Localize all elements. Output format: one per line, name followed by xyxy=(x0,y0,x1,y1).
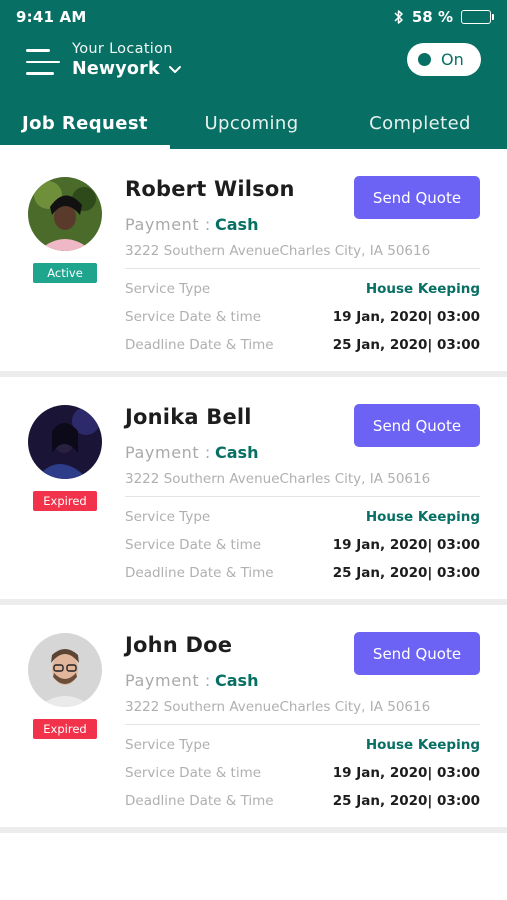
status-badge: Active xyxy=(33,263,97,283)
app-header: 9:41 AM 58 % Your Location Newyork On Jo… xyxy=(0,0,507,149)
address: 3222 Southern AvenueCharles City, IA 506… xyxy=(125,243,431,259)
deadline-value: 25 Jan, 2020| 03:00 xyxy=(332,337,480,353)
payment-label: Payment : xyxy=(125,215,211,234)
bluetooth-icon xyxy=(394,9,404,25)
payment-row: Payment : Cash xyxy=(125,215,258,234)
divider xyxy=(125,496,480,497)
deadline-row: Deadline Date & Time 25 Jan, 2020| 03:00 xyxy=(125,335,480,355)
status-time: 9:41 AM xyxy=(16,8,87,26)
service-type-row: Service Type House Keeping xyxy=(125,507,480,527)
send-quote-button[interactable]: Send Quote xyxy=(354,176,480,219)
job-card: Expired Jonika Bell Send Quote Payment :… xyxy=(0,377,507,599)
customer-name: John Doe xyxy=(125,633,233,657)
divider xyxy=(125,268,480,269)
service-date-row: Service Date & time 19 Jan, 2020| 03:00 xyxy=(125,535,480,555)
location-selector[interactable]: Your Location Newyork xyxy=(72,41,182,79)
payment-row: Payment : Cash xyxy=(125,671,258,690)
divider xyxy=(125,724,480,725)
hamburger-menu-icon[interactable] xyxy=(26,49,60,75)
status-badge: Expired xyxy=(33,491,97,511)
tab-job-request[interactable]: Job Request xyxy=(0,97,170,149)
service-type-value: House Keeping xyxy=(365,737,480,753)
chevron-down-icon xyxy=(168,60,182,79)
send-quote-button[interactable]: Send Quote xyxy=(354,632,480,675)
service-date-row: Service Date & time 19 Jan, 2020| 03:00 xyxy=(125,307,480,327)
location-bar: Your Location Newyork On xyxy=(26,38,481,82)
service-type-row: Service Type House Keeping xyxy=(125,735,480,755)
job-card: Expired John Doe Send Quote Payment : Ca… xyxy=(0,605,507,827)
service-date-label: Service Date & time xyxy=(125,765,262,781)
customer-name: Jonika Bell xyxy=(125,405,252,429)
battery-percent: 58 % xyxy=(411,8,453,26)
card-separator xyxy=(0,827,507,833)
avatar xyxy=(28,633,102,707)
service-type-value: House Keeping xyxy=(365,281,480,297)
location-city: Newyork xyxy=(72,59,160,79)
toggle-knob xyxy=(418,53,431,66)
tab-completed[interactable]: Completed xyxy=(333,97,507,149)
service-type-label: Service Type xyxy=(125,737,211,753)
payment-label: Payment : xyxy=(125,443,211,462)
customer-name: Robert Wilson xyxy=(125,177,295,201)
service-type-label: Service Type xyxy=(125,509,211,525)
battery-icon xyxy=(461,10,494,24)
deadline-label: Deadline Date & Time xyxy=(125,337,274,353)
payment-value: Cash xyxy=(215,443,259,462)
job-request-list: Active Robert Wilson Send Quote Payment … xyxy=(0,149,507,833)
job-card: Active Robert Wilson Send Quote Payment … xyxy=(0,149,507,371)
send-quote-button[interactable]: Send Quote xyxy=(354,404,480,447)
deadline-value: 25 Jan, 2020| 03:00 xyxy=(332,565,480,581)
status-bar: 9:41 AM 58 % xyxy=(0,0,507,34)
avatar xyxy=(28,405,102,479)
online-toggle[interactable]: On xyxy=(407,43,481,76)
payment-row: Payment : Cash xyxy=(125,443,258,462)
payment-label: Payment : xyxy=(125,671,211,690)
service-date-label: Service Date & time xyxy=(125,309,262,325)
payment-value: Cash xyxy=(215,671,259,690)
service-date-value: 19 Jan, 2020| 03:00 xyxy=(332,765,480,781)
deadline-label: Deadline Date & Time xyxy=(125,565,274,581)
tab-upcoming[interactable]: Upcoming xyxy=(170,97,333,149)
deadline-label: Deadline Date & Time xyxy=(125,793,274,809)
deadline-row: Deadline Date & Time 25 Jan, 2020| 03:00 xyxy=(125,791,480,811)
service-date-value: 19 Jan, 2020| 03:00 xyxy=(332,537,480,553)
status-badge: Expired xyxy=(33,719,97,739)
service-type-label: Service Type xyxy=(125,281,211,297)
payment-value: Cash xyxy=(215,215,259,234)
address: 3222 Southern AvenueCharles City, IA 506… xyxy=(125,699,431,715)
address: 3222 Southern AvenueCharles City, IA 506… xyxy=(125,471,431,487)
toggle-label: On xyxy=(441,50,464,69)
deadline-value: 25 Jan, 2020| 03:00 xyxy=(332,793,480,809)
tab-bar: Job Request Upcoming Completed xyxy=(0,97,507,149)
service-type-value: House Keeping xyxy=(365,509,480,525)
deadline-row: Deadline Date & Time 25 Jan, 2020| 03:00 xyxy=(125,563,480,583)
location-caption: Your Location xyxy=(72,41,173,57)
service-date-label: Service Date & time xyxy=(125,537,262,553)
status-indicators: 58 % xyxy=(394,8,494,26)
service-date-value: 19 Jan, 2020| 03:00 xyxy=(332,309,480,325)
service-type-row: Service Type House Keeping xyxy=(125,279,480,299)
avatar xyxy=(28,177,102,251)
service-date-row: Service Date & time 19 Jan, 2020| 03:00 xyxy=(125,763,480,783)
